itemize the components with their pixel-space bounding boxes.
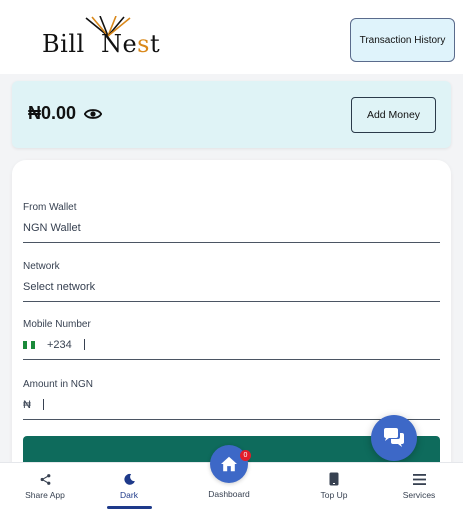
logo-text: Bill Nest <box>42 30 161 58</box>
nav-share-label: Share App <box>25 490 65 500</box>
active-tab-indicator <box>107 506 152 509</box>
from-wallet-label: From Wallet <box>23 202 77 213</box>
add-money-button[interactable]: Add Money <box>351 97 436 133</box>
moon-icon <box>122 472 136 486</box>
network-select[interactable]: Select network <box>23 278 440 302</box>
country-code: +234 <box>47 338 72 351</box>
notification-badge: 0 <box>240 450 251 461</box>
balance-amount: ₦0.00 <box>28 103 77 123</box>
phone-icon <box>327 472 341 486</box>
mobile-number-field[interactable]: Mobile Number +234 <box>23 319 440 360</box>
share-icon <box>38 472 52 486</box>
wallet-balance: ₦0.00 <box>28 103 103 124</box>
billnest-logo: Bill Nest <box>40 16 160 62</box>
text-caret <box>83 339 85 350</box>
mobile-number-label: Mobile Number <box>23 319 91 330</box>
nav-services[interactable]: Services <box>384 463 454 512</box>
from-wallet-field[interactable]: From Wallet NGN Wallet <box>23 202 440 243</box>
network-field[interactable]: Network Select network <box>23 261 440 302</box>
chat-icon[interactable] <box>371 415 417 461</box>
transaction-history-button[interactable]: Transaction History <box>350 18 455 62</box>
amount-input[interactable]: ₦ <box>23 396 440 420</box>
from-wallet-select[interactable]: NGN Wallet <box>23 219 440 243</box>
menu-icon <box>412 472 426 486</box>
amount-label: Amount in NGN <box>23 379 94 390</box>
currency-symbol: ₦ <box>23 398 31 411</box>
nav-dark-label: Dark <box>120 490 138 500</box>
text-caret <box>42 399 44 410</box>
balance-card: ₦0.00 Add Money <box>12 81 451 148</box>
mobile-number-input[interactable]: +234 <box>23 336 440 360</box>
nav-services-label: Services <box>402 490 436 500</box>
eye-icon[interactable] <box>83 105 103 123</box>
amount-field[interactable]: Amount in NGN ₦ <box>23 379 440 420</box>
nav-top-up[interactable]: Top Up <box>299 463 369 512</box>
nav-dark-mode[interactable]: Dark <box>94 463 164 512</box>
nav-dashboard-label[interactable]: Dashboard <box>199 489 259 499</box>
network-label: Network <box>23 261 60 272</box>
nigeria-flag-icon <box>23 340 35 349</box>
nav-share-app[interactable]: Share App <box>10 463 80 512</box>
app-header: Bill Nest Transaction History <box>0 0 463 74</box>
nav-top-up-label: Top Up <box>320 490 348 500</box>
